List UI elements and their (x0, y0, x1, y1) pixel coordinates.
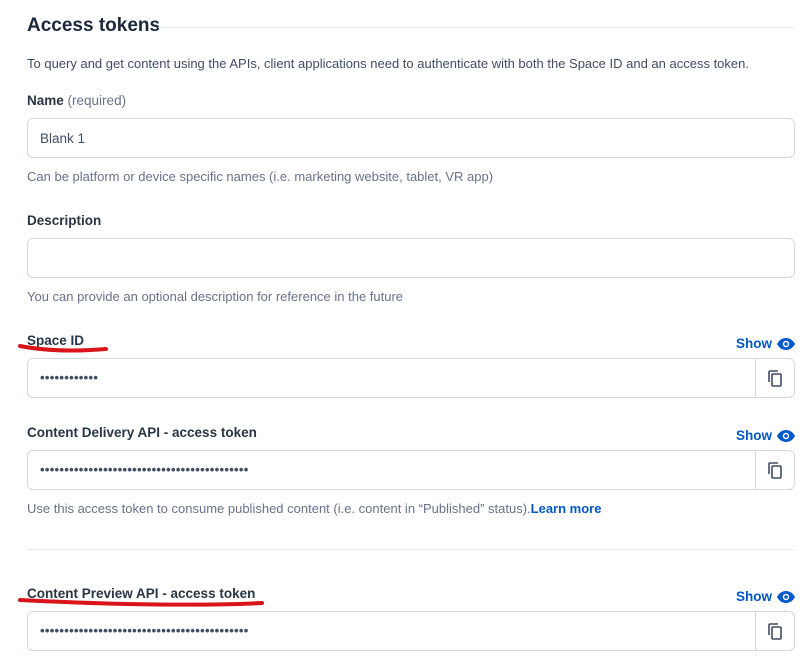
preview-token-copy-button[interactable] (755, 612, 794, 650)
name-input[interactable]: Blank 1 (27, 118, 795, 158)
preview-token-masked-value: ••••••••••••••••••••••••••••••••••••••••… (40, 623, 249, 638)
delivery-token-help-text: Use this access token to consume publish… (27, 501, 531, 516)
copy-icon (768, 622, 782, 640)
space-id-label: Space ID (27, 333, 85, 348)
title-divider (158, 27, 794, 28)
learn-more-link[interactable]: Learn more (531, 501, 602, 516)
description-label: Description (27, 213, 102, 228)
name-label-text: Name (27, 93, 64, 108)
eye-icon (777, 429, 795, 442)
name-help: Can be platform or device specific names… (27, 169, 494, 184)
description-input[interactable] (27, 238, 795, 278)
eye-icon (777, 590, 795, 603)
delivery-token-field[interactable]: ••••••••••••••••••••••••••••••••••••••••… (27, 450, 795, 490)
section-title: Access tokens (27, 15, 161, 36)
space-id-copy-button[interactable] (755, 359, 794, 397)
space-id-masked-value: •••••••••••• (40, 370, 99, 385)
copy-icon (768, 461, 782, 479)
description-help: You can provide an optional description … (27, 289, 404, 304)
delivery-token-copy-button[interactable] (755, 451, 794, 489)
name-label: Name (required) (27, 93, 126, 108)
delivery-token-show-button[interactable]: Show (736, 428, 795, 443)
delivery-token-show-label: Show (736, 428, 772, 443)
preview-token-field[interactable]: ••••••••••••••••••••••••••••••••••••••••… (27, 611, 795, 651)
name-input-value: Blank 1 (40, 131, 86, 146)
delivery-token-help: Use this access token to consume publish… (27, 501, 601, 516)
delivery-token-label: Content Delivery API - access token (27, 425, 257, 440)
preview-token-label: Content Preview API - access token (27, 586, 256, 601)
preview-token-show-button[interactable]: Show (736, 589, 795, 604)
space-id-field[interactable]: •••••••••••• (27, 358, 795, 398)
delivery-token-masked-value: ••••••••••••••••••••••••••••••••••••••••… (40, 462, 249, 477)
space-id-show-button[interactable]: Show (736, 336, 795, 351)
preview-token-show-label: Show (736, 589, 772, 604)
eye-icon (777, 337, 795, 350)
intro-text: To query and get content using the APIs,… (27, 56, 749, 71)
required-hint: (required) (67, 93, 127, 108)
section-divider (27, 549, 795, 550)
space-id-show-label: Show (736, 336, 772, 351)
copy-icon (768, 369, 782, 387)
